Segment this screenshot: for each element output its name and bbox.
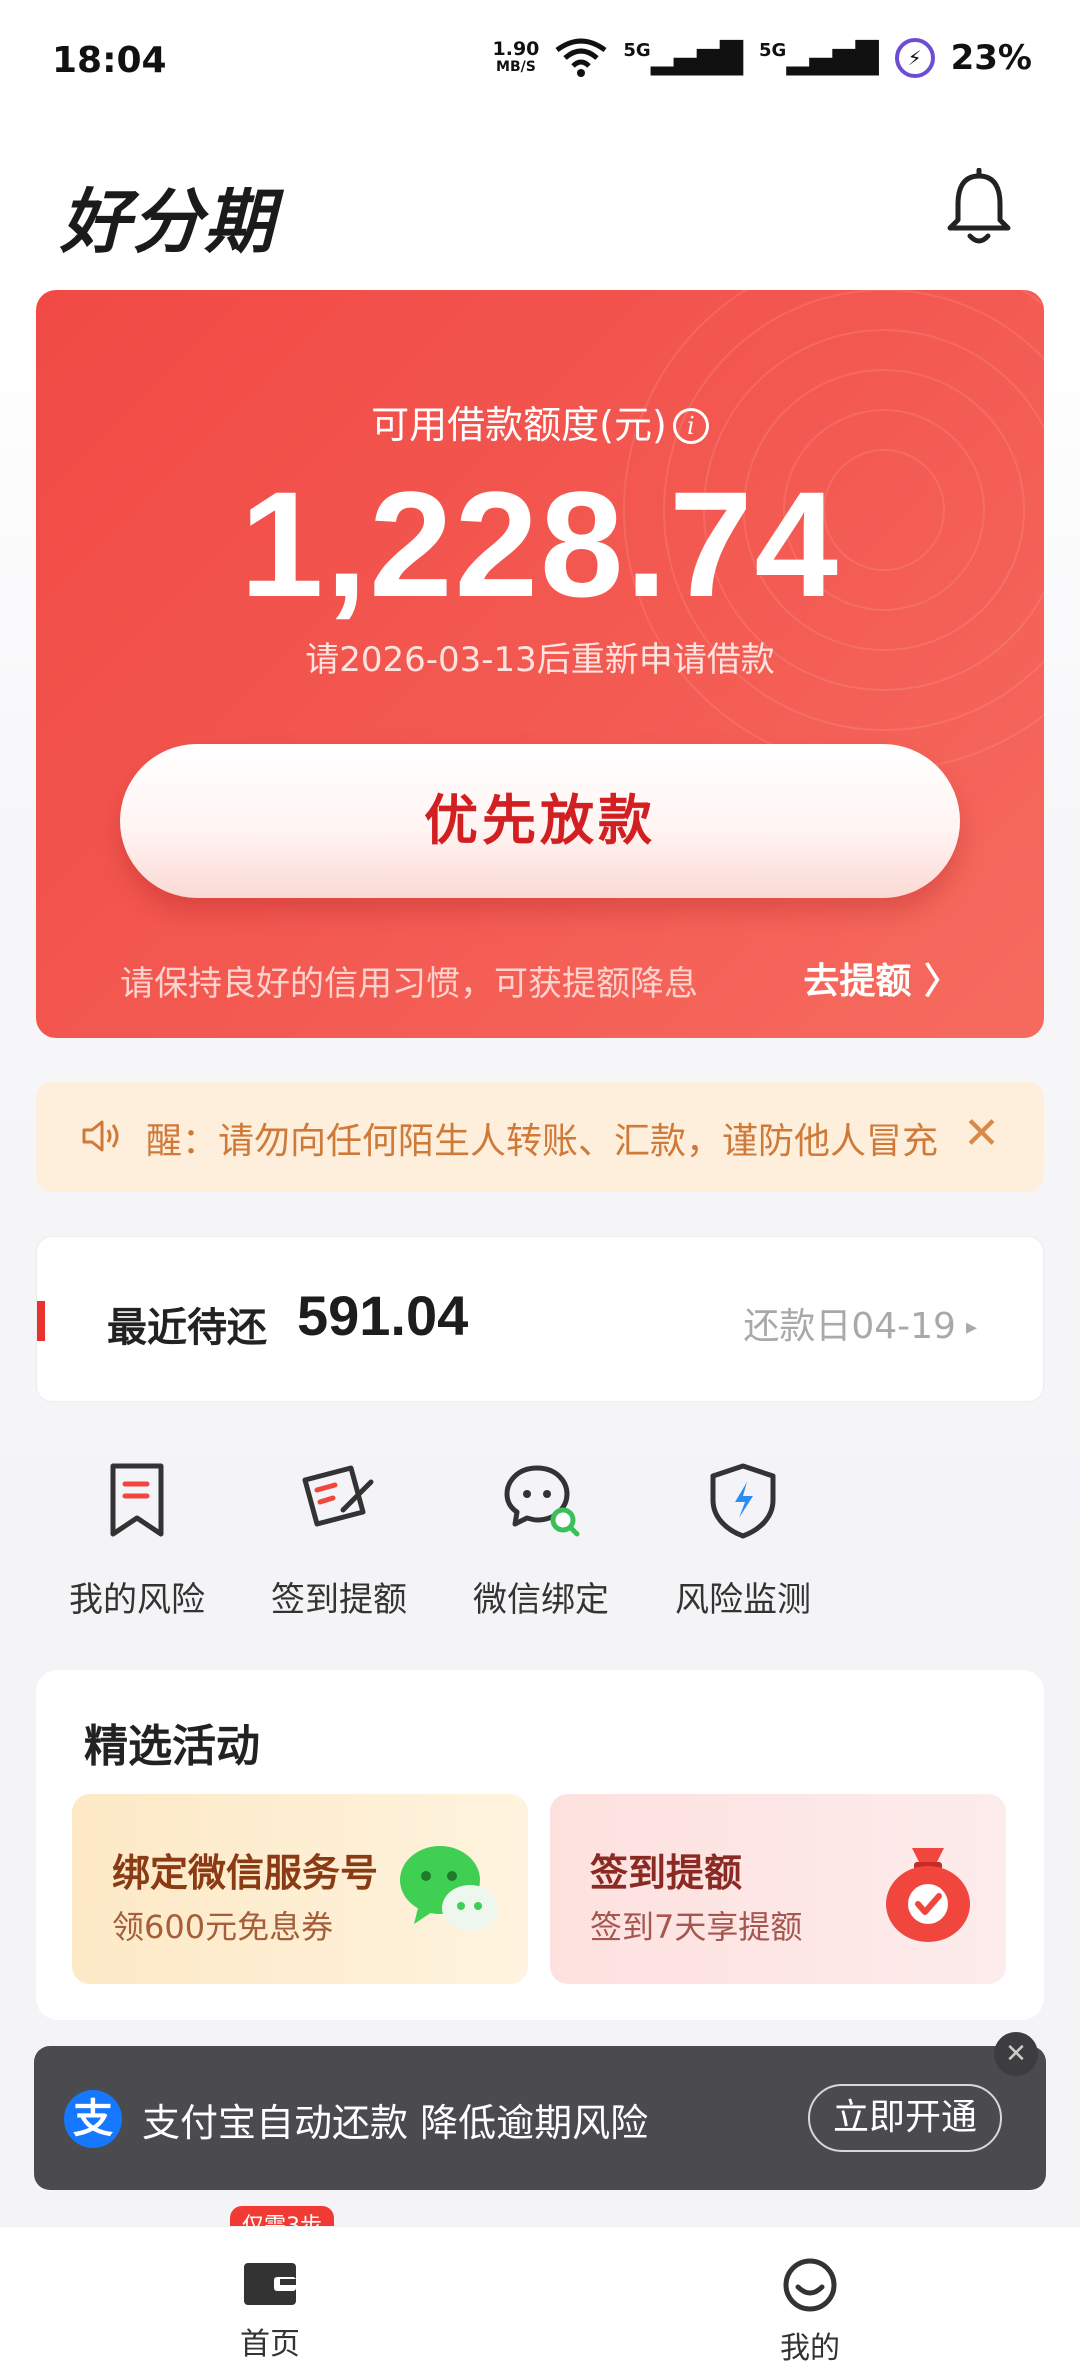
sign-in-card[interactable]: 签到提额 签到7天享提额 xyxy=(550,1794,1006,1984)
featured-activities: 精选活动 绑定微信服务号 领600元免息券 签到提额 签到7天享提额 xyxy=(36,1670,1044,2020)
wechat-icon xyxy=(400,1846,498,1931)
security-notice: 醒：请勿向任何陌生人转账、汇款，谨防他人冒充 ✕ xyxy=(36,1082,1044,1192)
bell-icon[interactable] xyxy=(944,168,1014,248)
credit-limit-label: 可用借款额度(元) i xyxy=(36,394,1044,449)
triangle-right-icon: ▸ xyxy=(965,1315,977,1340)
activate-now-button[interactable]: 立即开通 xyxy=(808,2084,1002,2152)
bookmark-icon xyxy=(110,1463,164,1537)
notice-text: 醒：请勿向任何陌生人转账、汇款，谨防他人冒充 xyxy=(146,1121,939,1162)
tab-me[interactable]: 我的 xyxy=(710,2257,910,2367)
speaker-icon xyxy=(82,1120,119,1152)
banner-text: 支付宝自动还款 降低逾期风险 xyxy=(142,2101,649,2145)
quick-action-wechat-bind[interactable]: 微信绑定 xyxy=(440,1460,642,1640)
battery-saver-icon: ⚡ xyxy=(894,38,935,78)
quick-action-sign-in[interactable]: 签到提额 xyxy=(238,1460,440,1640)
section-title: 精选活动 xyxy=(84,1721,260,1772)
quick-action-risk-monitor[interactable]: 风险监测 xyxy=(642,1460,844,1640)
repayment-label: 最近待还 xyxy=(107,1305,267,1351)
wechat-bind-icon xyxy=(504,1465,580,1537)
sign-in-icon xyxy=(302,1465,374,1527)
status-bar: 18:04 1.90 MB/S 5G▂▄▆█ 5G▂▄▆█ ⚡ 23% xyxy=(0,0,1080,126)
upcoming-repayment[interactable]: 最近待还 591.04 还款日04-19 ▸ xyxy=(36,1236,1044,1402)
net-speed: 1.90 MB/S xyxy=(492,38,540,76)
battery-percent: 23% xyxy=(950,38,1032,78)
bind-wechat-card[interactable]: 绑定微信服务号 领600元免息券 xyxy=(72,1794,528,1984)
repayment-amount: 591.04 xyxy=(297,1284,469,1347)
priority-loan-button[interactable]: 优先放款 xyxy=(120,744,960,898)
credit-tip: 请保持良好的信用习惯，可获提额降息 xyxy=(120,964,698,1004)
top-bar: 好分期 xyxy=(0,126,1080,290)
credit-limit-card: 可用借款额度(元) i 1,228.74 请2026-03-13后重新申请借款 优… xyxy=(36,290,1044,1038)
close-icon[interactable]: ✕ xyxy=(963,1108,1000,1159)
app-logo: 好分期 xyxy=(60,180,276,263)
wifi-icon xyxy=(555,38,607,77)
chevron-right-icon: 〉 xyxy=(923,961,960,1002)
raise-limit-link[interactable]: 去提额 〉 xyxy=(803,952,960,1004)
accent-bar xyxy=(37,1301,45,1341)
signal-icon-1: 5G▂▄▆█ xyxy=(623,40,743,76)
reapply-note: 请2026-03-13后重新申请借款 xyxy=(305,640,775,680)
lucky-bag-icon xyxy=(886,1848,970,1942)
status-time: 18:04 xyxy=(52,40,167,81)
signal-icon-2: 5G▂▄▆█ xyxy=(759,40,879,76)
quick-actions: 我的风险 签到提额 微信绑定 风险监测 xyxy=(36,1460,1044,1640)
tab-home[interactable]: 首页 xyxy=(170,2257,370,2363)
alipay-autopay-banner[interactable]: 支 支付宝自动还款 降低逾期风险 立即开通 xyxy=(34,2046,1046,2190)
close-icon[interactable]: ✕ xyxy=(994,2032,1038,2076)
status-icons: 1.90 MB/S 5G▂▄▆█ 5G▂▄▆█ ⚡ 23% xyxy=(492,38,1032,78)
alipay-icon: 支 xyxy=(64,2090,122,2148)
shield-bolt-icon xyxy=(710,1463,776,1539)
wallet-icon xyxy=(244,2263,296,2305)
info-icon[interactable]: i xyxy=(672,408,709,444)
repayment-due-date: 还款日04-19 ▸ xyxy=(743,1306,977,1347)
credit-limit-amount: 1,228.74 xyxy=(240,460,840,628)
quick-action-my-risk[interactable]: 我的风险 xyxy=(36,1460,238,1640)
bottom-tab-bar: 首页 我的 xyxy=(0,2226,1080,2376)
smile-icon xyxy=(783,2258,837,2312)
